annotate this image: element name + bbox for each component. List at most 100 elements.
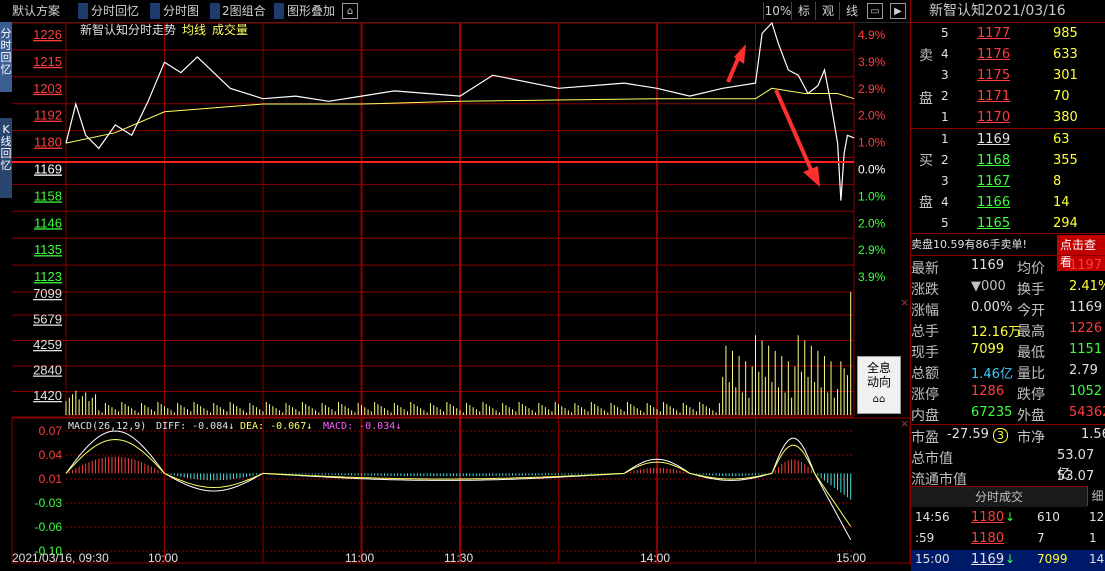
trade-direction-icon: ↓ [1005,552,1016,566]
price-tick-label: 1169 [34,162,62,177]
combo-chart-menu[interactable]: 2图组合 [222,2,266,20]
sell-notice: 卖盘10.59有86手卖单! [911,238,1027,251]
dropdown-arrow-icon[interactable] [78,3,88,19]
stat-label: 涨跌 [911,282,939,298]
volume: 633 [1053,47,1078,62]
close-macd-icon[interactable]: × [900,417,909,430]
stat-row: 现手 7099 最低 1151 [911,340,1105,361]
pct-tick-label: 3.9% [858,55,886,69]
trade-count: 1 [1089,531,1097,545]
overlay-menu[interactable]: 图形叠加 [287,2,335,20]
stat-label: 总手 [911,324,939,340]
pct-tick-label: 3.9% [858,270,886,284]
expand-icon[interactable]: ▶ [890,3,906,19]
stat-label: 最高 [1017,324,1045,340]
stat-value: 54362 [1069,405,1105,420]
buy-row: 2 1168 355 [911,151,1105,172]
volume-tick-label: 4259 [33,337,62,352]
trade-price: 1180 [971,531,1005,546]
panel-title: 新智认知2021/03/16 [929,3,1066,19]
trade-time: :59 [915,531,935,545]
price-tick-label: 1146 [34,215,62,230]
time-axis-label: 11:30 [444,551,473,565]
trade-time: 14:56 [915,510,950,524]
trade-row: :59 1180 7 1 [911,529,1105,550]
level: 2 [941,89,949,103]
lock-icon[interactable]: ⌂ [342,3,358,19]
level: 4 [941,195,949,209]
level: 5 [941,26,949,40]
stat-value: 1286 [971,384,1005,399]
sell-row: 5 1177 985 [911,24,1105,45]
pct-tick-label: 2.0% [858,216,886,230]
level: 1 [941,132,949,146]
stat-row: 内盘 67235 外盘 54362 [911,403,1105,424]
intraday-chart-menu[interactable]: 分时图 [163,2,199,20]
volume: 14 [1053,195,1070,210]
mark-button[interactable]: 标 [791,2,816,20]
price-tick-label: 1180 [34,135,62,150]
stat-value: 1169 [1069,300,1103,315]
close-volume-icon[interactable]: × [900,296,909,309]
macd-diff-label: DIFF: -0.084↓ [156,421,234,432]
pct-tick-label: 1.0% [858,136,886,150]
tab-detail[interactable]: 细 [1087,486,1105,506]
macd-tick-label: -0.03 [35,496,63,510]
volume: 355 [1053,153,1078,168]
stat-label: 最低 [1017,345,1045,361]
level: 3 [941,174,949,188]
stat-value: 1151 [1069,342,1103,357]
price-tick-label: 1135 [34,242,62,257]
volume-tick-label: 5679 [33,312,62,327]
stat-value: 2.41% [1069,279,1105,294]
volume: 985 [1053,26,1078,41]
toolbar: 默认方案 分时回忆 分时图 2图组合 图形叠加 ⌂ 10% 标 观 线 ▭ ▶ [0,0,910,23]
price: 1175 [977,68,1011,83]
pe-row: 市盈 -27.59 3 市净 1.56 [911,425,1105,446]
stat-value: 12.16万 [971,325,1022,340]
view-button[interactable]: 观 [815,2,840,20]
price: 1166 [977,195,1011,210]
trade-count: 12 [1089,510,1105,524]
macd-label: MACD(26,12,9) [68,421,146,432]
price-tick-label: 1215 [33,54,62,69]
macd-tick-label: 0.01 [39,472,63,486]
stat-row: 涨跌 ▼000 换手 2.41% [911,277,1105,298]
stat-label: 内盘 [911,408,939,424]
pct-10-button[interactable]: 10% [763,2,792,20]
intraday-chart[interactable]: 1226 1215 1203 1192 1180 1169 1158 1146 1135 1123… [0,22,910,565]
macd-tick-label: 0.04 [39,448,63,462]
scheme-menu[interactable]: 默认方案 [12,2,60,20]
dropdown-arrow-icon[interactable] [274,3,284,19]
level: 5 [941,216,949,230]
stat-value: 1169 [971,258,1005,273]
stat-row: 最新 1169 均价 1197 [911,256,1105,277]
dropdown-arrow-icon[interactable] [210,3,220,19]
stat-value: 7099 [971,342,1005,357]
line-button[interactable]: 线 [839,2,864,20]
holographic-trend-button[interactable]: 全息 动向 ⌂⌂ [857,356,901,414]
float-mcap-row: 流通市值 53.07亿 [911,467,1105,503]
time-axis-label: 10:00 [148,551,178,565]
tab-trades[interactable]: 分时成交 [911,486,1087,507]
level: 4 [941,47,949,61]
price: 1171 [977,89,1011,104]
volume: 380 [1053,110,1078,125]
pct-tick-label: 2.9% [858,82,886,96]
sell-row: 2 1171 70 [911,87,1105,108]
volume-legend: 成交量 [212,22,248,37]
dropdown-arrow-icon[interactable] [150,3,160,19]
intraday-recall-menu[interactable]: 分时回忆 [91,2,139,20]
price-tick-label: 1158 [34,188,62,203]
level: 2 [941,153,949,167]
stat-value: 67235 [971,405,1013,420]
stat-label: 总额 [911,366,939,382]
chart-title: 新智认知分时走势 [80,22,176,37]
time-axis-label: 15:00 [836,551,866,565]
volume: 63 [1053,132,1070,147]
price-tick-label: 1192 [34,108,62,123]
buy-row: 4 1166 14 [911,193,1105,214]
window-icon[interactable]: ▭ [867,3,883,19]
stat-row: 涨停 1286 跌停 1052 [911,382,1105,403]
pb-value: 1.56 [1081,427,1105,442]
